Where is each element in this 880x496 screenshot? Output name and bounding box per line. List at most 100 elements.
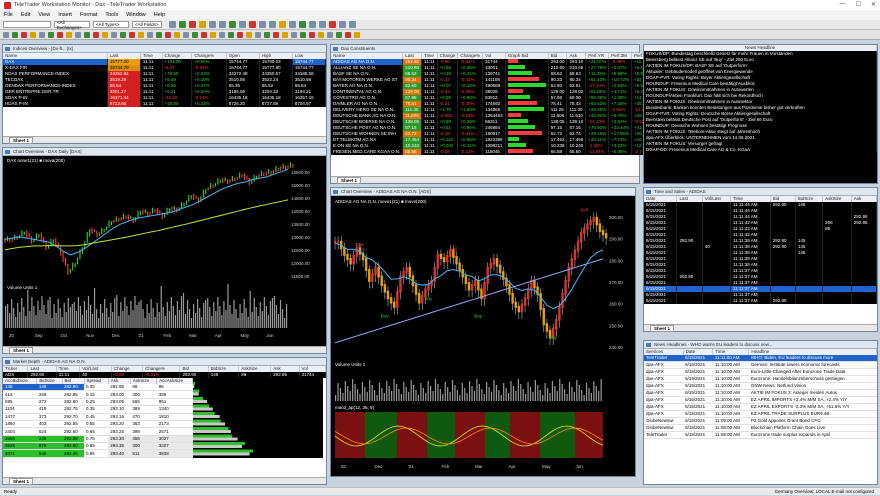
news-row[interactable]: dpa-AFX 6/15/2021 11:10:00 AM EZ APRIL EXPO… <box>644 403 877 411</box>
toolbar-icon[interactable] <box>289 21 296 28</box>
toolbar-icon[interactable] <box>210 31 216 38</box>
fields-select[interactable]: <All Fields> <box>132 21 162 28</box>
toolbar-icon[interactable] <box>174 31 180 38</box>
toolbar-icon[interactable] <box>237 31 243 38</box>
table-row[interactable]: 1477 373 292.70 0.45 293.15 470 1810 <box>3 413 193 421</box>
toolbar-icon[interactable] <box>336 31 342 38</box>
toolbar-icon[interactable] <box>309 31 315 38</box>
toolbar-icon[interactable] <box>327 31 333 38</box>
sheet-tab[interactable]: Sheet 1 <box>9 477 34 485</box>
table-row[interactable]: 2404 524 292.60 0.65 293.25 398 2571 <box>3 427 193 436</box>
toolbar-icon[interactable] <box>282 31 288 38</box>
news-row[interactable]: GlobeNewswi 6/15/2021 11:08:00 AM Blockchai… <box>644 424 877 432</box>
toolbar-icon[interactable] <box>318 31 324 38</box>
news-row[interactable]: TeleTrader 6/15/2021 11:08:00 AM Eurozone t… <box>644 431 877 439</box>
toolbar-icon[interactable] <box>201 31 207 38</box>
maximize-icon[interactable]: ☐ <box>856 1 861 8</box>
toolbar-icon[interactable] <box>102 31 108 38</box>
table-row[interactable]: 6/15/2021 11:11:37 AM 292.85 <box>644 298 878 304</box>
toolbar-icon[interactable] <box>169 21 176 28</box>
toolbar-icon[interactable] <box>192 31 198 38</box>
toolbar-icon[interactable] <box>291 31 297 38</box>
ads-chart[interactable]: ADIDAS AG NA O.N. move1(21) ■ move(200) 2… <box>331 196 635 476</box>
toolbar-icon[interactable] <box>229 21 236 28</box>
toolbar-icon[interactable] <box>129 31 135 38</box>
toolbar-icon[interactable] <box>183 31 189 38</box>
types-select[interactable]: <All Types> <box>93 21 129 28</box>
table-row[interactable]: FRESEN.MED.CARE KGAA O.N. 65.58 11:11 -0.08… <box>331 149 694 155</box>
news-bottom-title[interactable]: News Headlines - WHO warns EU leaders to… <box>644 341 877 349</box>
ads-chart-title[interactable]: Chart Overview - ADIDAS AG NA O.N. [ADS] <box>331 188 635 196</box>
sheet-tab[interactable]: Sheet 1 <box>337 176 362 184</box>
menu-tools[interactable]: Tools <box>105 12 118 18</box>
stocks-title[interactable]: Dax Constituents <box>331 45 639 53</box>
toolbar-icon[interactable] <box>179 21 186 28</box>
toolbar-icon[interactable] <box>39 31 45 38</box>
sheet-tab[interactable]: Sheet 1 <box>9 136 34 144</box>
toolbar-icon[interactable] <box>93 31 99 38</box>
dax-chart[interactable]: DAX none1(21) ■ mova(200) 11500.00 12000.0… <box>3 156 326 346</box>
news-row[interactable]: dpa-AFX 6/15/2021 11:10:00 AM Eurozone: Han… <box>644 375 877 383</box>
news-row[interactable]: GlobeNewswi 6/15/2021 11:09:00 AM P2 Gold A… <box>644 417 877 425</box>
minimize-icon[interactable]: — <box>840 1 846 8</box>
table-row[interactable]: 2650 246 292.55 0.75 293.30 456 3027 <box>3 435 193 444</box>
toolbar-icon[interactable] <box>239 21 246 28</box>
toolbar-icon[interactable] <box>30 31 36 38</box>
sheet-tab[interactable]: Sheet 1 <box>9 346 34 354</box>
news-row[interactable]: dpa-AFX 6/15/2021 11:10:00 AM German: Insti… <box>644 361 877 369</box>
sheet-tab[interactable]: Sheet 1 <box>650 324 675 332</box>
menu-window[interactable]: Window <box>126 12 146 18</box>
toolbar-icon[interactable] <box>345 31 351 38</box>
toolbar-icon[interactable] <box>309 21 316 28</box>
toolbar-icon[interactable] <box>299 21 306 28</box>
table-row[interactable]: 3525 875 292.50 0.85 293.35 300 3327 <box>3 442 193 451</box>
menu-help[interactable]: Help <box>154 12 165 18</box>
table-row[interactable]: 1880 403 292.65 0.55 293.20 363 2173 <box>3 420 193 429</box>
toolbar-icon[interactable] <box>75 31 81 38</box>
menu-format[interactable]: Format <box>80 12 97 18</box>
close-icon[interactable]: ✕ <box>871 1 876 8</box>
toolbar-icon[interactable] <box>111 31 117 38</box>
toolbar-icon[interactable] <box>12 31 18 38</box>
menu-file[interactable]: File <box>4 12 13 18</box>
toolbar-icon[interactable] <box>354 31 360 38</box>
toolbar-icon[interactable] <box>339 21 346 28</box>
toolbar-icon[interactable] <box>21 31 27 38</box>
toolbar-icon[interactable] <box>219 31 225 38</box>
menu-edit[interactable]: Edit <box>21 12 30 18</box>
toolbar-icon[interactable] <box>246 31 252 38</box>
toolbar-icon[interactable] <box>156 31 162 38</box>
toolbar-icon[interactable] <box>349 21 356 28</box>
exchanges-select[interactable]: <All Exchanges> <box>54 20 90 30</box>
toolbar-icon[interactable] <box>228 31 234 38</box>
toolbar-icon[interactable] <box>264 31 270 38</box>
toolbar-icon[interactable] <box>259 21 266 28</box>
toolbar-icon[interactable] <box>255 31 261 38</box>
toolbar-icon[interactable] <box>269 21 276 28</box>
toolbar-icon[interactable] <box>66 31 72 38</box>
toolbar-icon[interactable] <box>189 21 196 28</box>
tas-title[interactable]: Time and Sales - ADIDAS <box>644 188 877 196</box>
table-row[interactable]: 145 145 292.90 0.05 292.95 86 86 <box>3 384 193 392</box>
toolbar-icon[interactable] <box>84 31 90 38</box>
search-combo[interactable] <box>3 21 51 28</box>
toolbar-icon[interactable] <box>209 21 216 28</box>
toolbar-icon[interactable] <box>279 21 286 28</box>
table-row[interactable]: HDAX P-IN 8723.56 11:11 +18.90 +0.22% 8726.20… <box>3 101 327 107</box>
toolbar-icon[interactable] <box>249 21 256 28</box>
table-row[interactable]: 413 268 292.85 0.15 293.00 300 386 <box>3 390 193 399</box>
toolbar-icon[interactable] <box>273 31 279 38</box>
toolbar-icon[interactable] <box>3 31 9 38</box>
news-row[interactable]: dpa-AFX 6/15/2021 11:10:00 AM GNW-News: Net… <box>644 382 877 390</box>
indices-title[interactable]: Indices Overview - [Dx-ft... [Ix] <box>3 45 326 53</box>
news-row[interactable]: dpa-AFX 6/15/2021 11:10:00 AM EZ APRIL TRAD… <box>644 410 877 418</box>
toolbar-icon[interactable] <box>199 21 206 28</box>
toolbar-icon[interactable] <box>329 21 336 28</box>
news-row[interactable]: dpa-AFX 6/15/2021 11:10:00 AM Euro-Little C… <box>644 368 877 376</box>
toolbar-icon[interactable] <box>319 21 326 28</box>
news-row[interactable]: dpa-AFX 6/15/2021 11:10:00 AM AKTIE IM FOKU… <box>644 389 877 397</box>
dax-chart-title[interactable]: Chart Overview - DAX Daily [DAX] <box>3 148 326 156</box>
toolbar-icon[interactable] <box>165 31 171 38</box>
toolbar-icon[interactable] <box>147 31 153 38</box>
table-row[interactable]: 685 272 292.80 0.25 293.05 565 951 <box>3 398 193 407</box>
